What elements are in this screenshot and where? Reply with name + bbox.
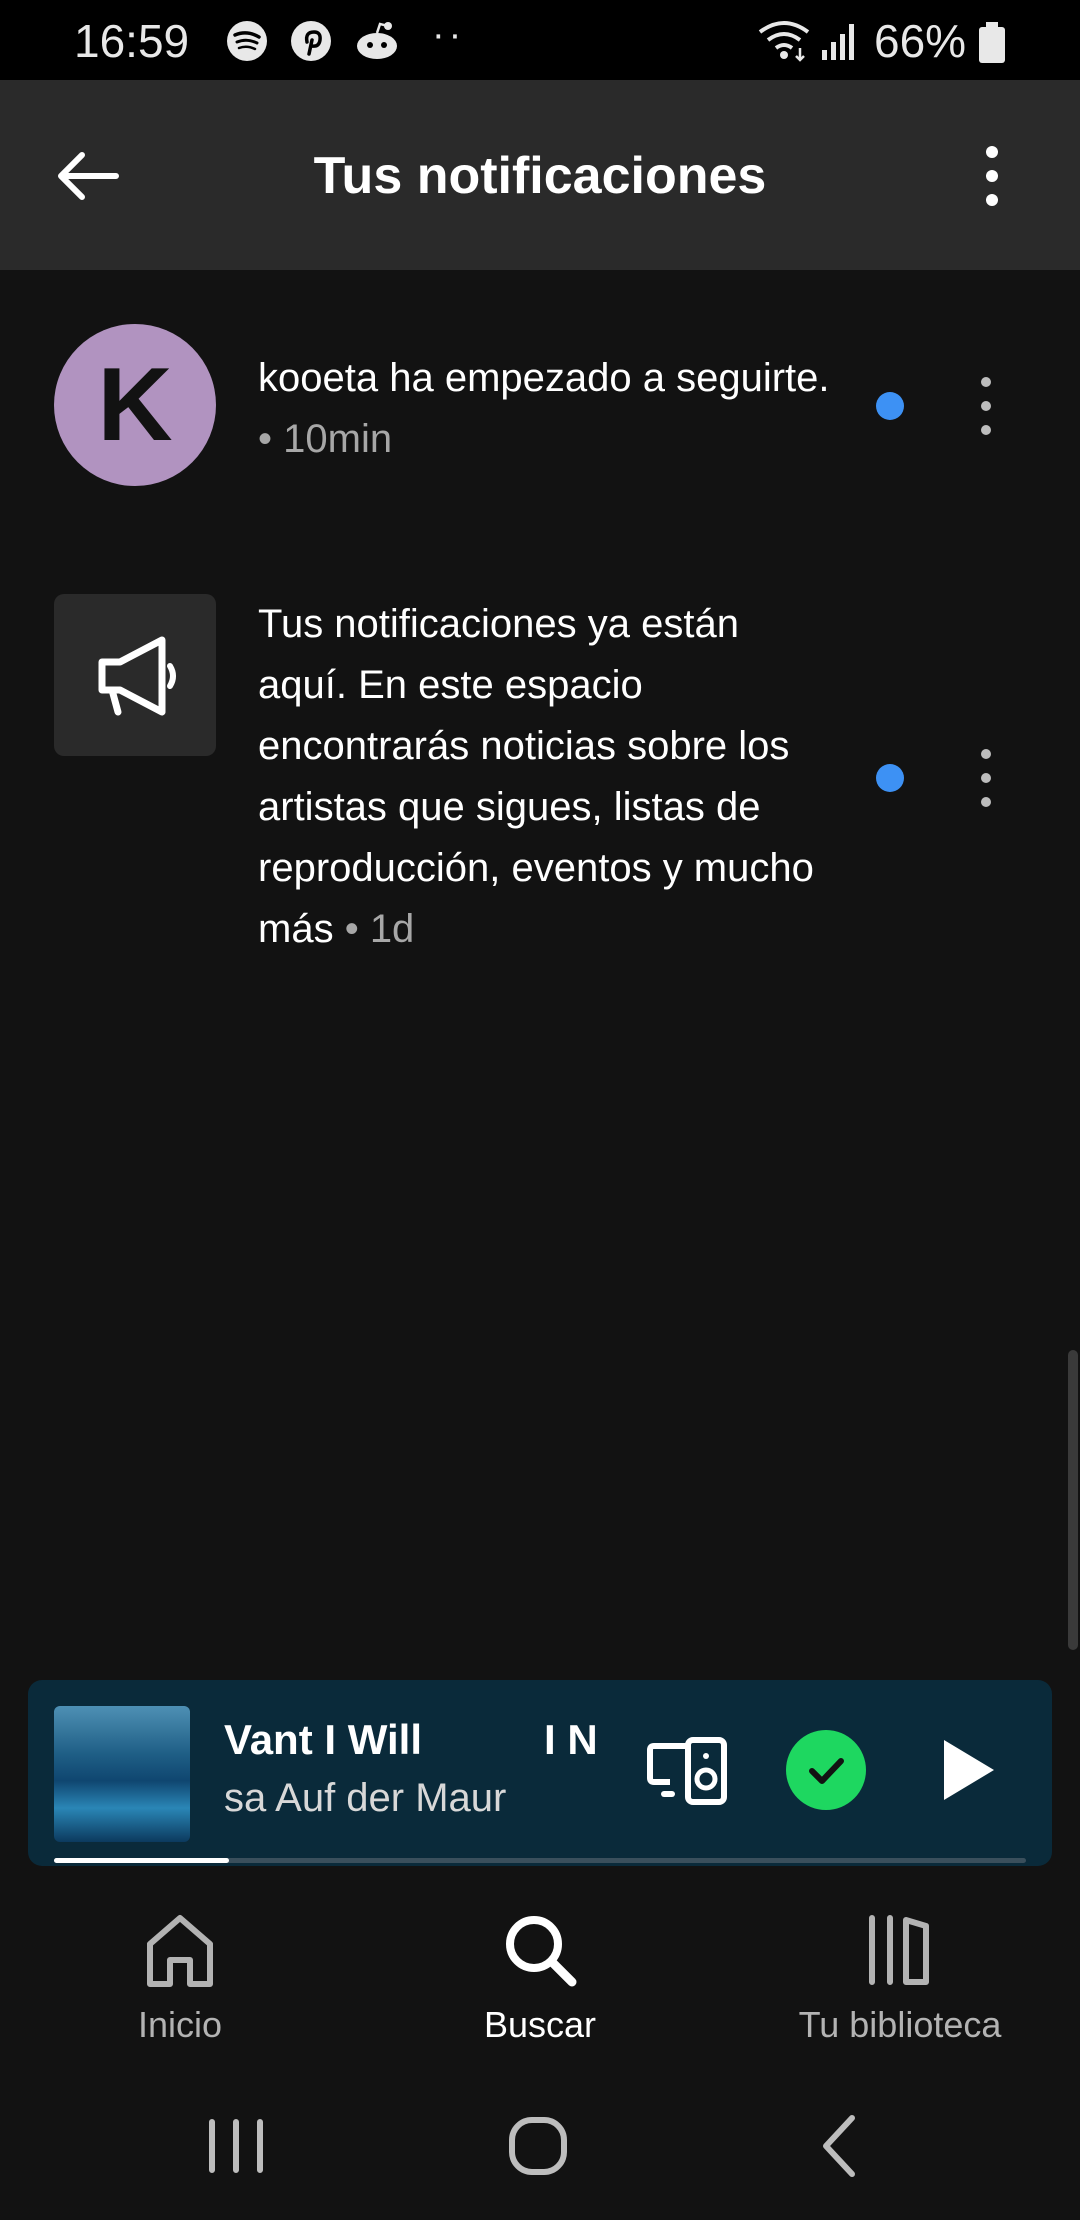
nav-label: Buscar — [483, 2004, 597, 2045]
system-nav — [0, 2070, 1080, 2220]
play-icon — [944, 1740, 994, 1800]
recent-apps-icon — [209, 2119, 263, 2173]
mini-player[interactable]: Vant I Will I N sa Auf der Maur — [28, 1680, 1052, 1866]
playback-progress-fill — [54, 1858, 229, 1863]
track-title-scroll: I N — [544, 1716, 598, 1763]
devices-icon — [647, 1737, 727, 1805]
notification-separator: • — [333, 907, 370, 951]
check-icon — [809, 1758, 844, 1784]
notification-separator: • — [258, 417, 284, 461]
notification-message: Tus notificaciones ya están aquí. En est… — [258, 602, 814, 951]
page-title: Tus notificaciones — [313, 147, 767, 205]
playback-progress — [54, 1858, 1026, 1863]
library-icon — [869, 1915, 929, 1985]
nav-item-home[interactable]: Inicio — [0, 1880, 360, 2070]
search-icon — [506, 1916, 577, 1987]
connect-devices-button[interactable] — [646, 1732, 732, 1812]
home-button[interactable] — [498, 2106, 578, 2186]
track-artist: sa Auf der Maur — [224, 1776, 507, 1820]
notification-text: Tus notificaciones ya están aquí. En est… — [258, 594, 838, 960]
app-header: Tus notificaciones — [0, 80, 1080, 270]
status-time: 16:59 — [74, 15, 190, 67]
unread-dot — [876, 764, 904, 792]
spotify-icon — [226, 20, 268, 62]
notification-more-button[interactable] — [966, 366, 1006, 446]
vertical-dots-icon — [986, 146, 998, 206]
avatar: K — [54, 324, 216, 486]
notification-item[interactable]: Tus notificaciones ya están aquí. En est… — [0, 594, 1080, 974]
notification-text: kooeta ha empezado a seguirte. • 10min — [258, 348, 838, 470]
status-bar: 16:59 ·· 66% — [0, 0, 1080, 80]
signal-icon — [820, 22, 860, 67]
notification-time: 1d — [369, 907, 415, 951]
album-art — [54, 1706, 190, 1842]
notification-time: 10min — [283, 417, 393, 461]
home-circle-icon — [509, 2117, 567, 2175]
system-back-button[interactable] — [800, 2106, 880, 2186]
nav-label: Tu biblioteca — [798, 2004, 1002, 2045]
track-title: Vant I Will — [224, 1716, 422, 1763]
megaphone-icon — [54, 594, 216, 756]
battery-icon — [978, 22, 1006, 69]
notification-more-button[interactable] — [966, 738, 1006, 818]
home-icon — [147, 1915, 213, 1987]
wifi-icon — [756, 18, 812, 67]
battery-percent: 66% — [874, 15, 967, 67]
bottom-nav: Inicio Buscar Tu biblioteca — [0, 1880, 1080, 2070]
vertical-dots-icon — [981, 749, 991, 807]
play-button[interactable] — [926, 1730, 1006, 1810]
notification-message: kooeta ha empezado a seguirte. — [258, 356, 830, 400]
track-info: Vant I Will I N sa Auf der Maur — [224, 1716, 604, 1836]
vertical-dots-icon — [981, 377, 991, 435]
more-options-button[interactable] — [962, 136, 1022, 216]
nav-label: Inicio — [137, 2004, 223, 2045]
unread-dot — [876, 392, 904, 420]
saved-button[interactable] — [786, 1730, 866, 1810]
notification-item[interactable]: K kooeta ha empezado a seguirte. • 10min — [0, 324, 1080, 494]
nav-item-library[interactable]: Tu biblioteca — [720, 1880, 1080, 2070]
recent-apps-button[interactable] — [196, 2106, 276, 2186]
nav-item-search[interactable]: Buscar — [360, 1880, 720, 2070]
scrollbar[interactable] — [1068, 1350, 1078, 1650]
status-more: ·· — [432, 14, 466, 56]
pinterest-icon — [290, 20, 332, 62]
reddit-icon — [354, 20, 400, 62]
chevron-left-icon — [823, 2115, 855, 2177]
